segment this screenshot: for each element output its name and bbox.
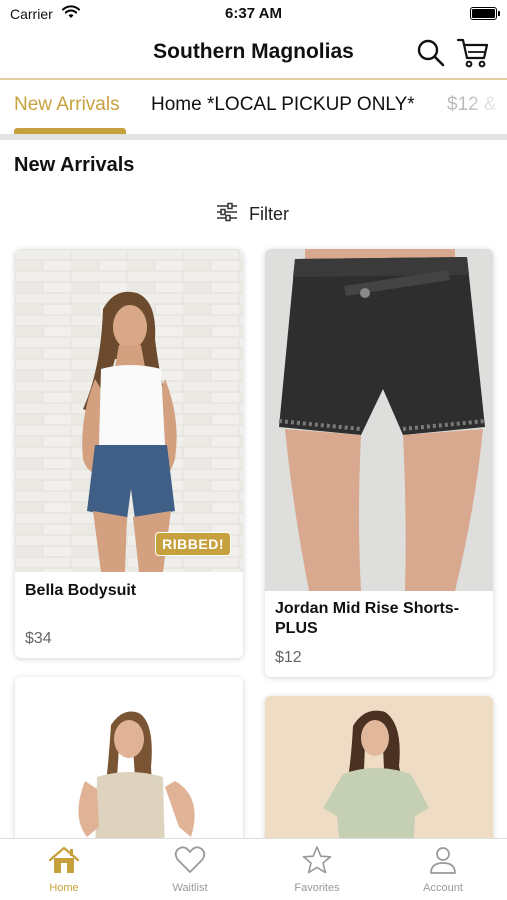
tab-new-arrivals[interactable]: New Arrivals bbox=[14, 94, 120, 116]
cart-icon[interactable] bbox=[456, 36, 490, 75]
tabbar-home-label: Home bbox=[49, 882, 79, 894]
tabbar-favorites[interactable]: Favorites bbox=[267, 845, 367, 894]
app-header: Southern Magnolias bbox=[0, 30, 507, 78]
battery-icon bbox=[470, 7, 500, 20]
product-card[interactable]: RIBBED! Bella Bodysuit $34 bbox=[15, 249, 243, 658]
star-icon bbox=[301, 846, 333, 879]
product-card[interactable]: Jordan Mid Rise Shorts-PLUS $12 bbox=[265, 249, 493, 677]
person-icon bbox=[427, 847, 459, 879]
section-title: New Arrivals bbox=[14, 154, 135, 176]
product-image: RIBBED! bbox=[15, 249, 243, 572]
bottom-tab-bar: Home Waitlist Favorites Account bbox=[0, 838, 507, 900]
heart-icon bbox=[174, 846, 206, 879]
tabbar-waitlist[interactable]: Waitlist bbox=[140, 845, 240, 894]
product-price: $34 bbox=[25, 630, 52, 647]
tabs-divider bbox=[0, 134, 507, 140]
product-badge: RIBBED! bbox=[155, 532, 231, 556]
product-image bbox=[265, 249, 493, 591]
tab-home-local-pickup[interactable]: Home *LOCAL PICKUP ONLY* bbox=[151, 94, 415, 116]
product-card[interactable] bbox=[265, 696, 493, 856]
tabbar-waitlist-label: Waitlist bbox=[172, 882, 208, 894]
filter-button[interactable]: Filter bbox=[215, 202, 289, 226]
status-bar: Carrier 6:37 AM bbox=[0, 0, 507, 30]
filter-icon bbox=[215, 202, 239, 227]
tabbar-favorites-label: Favorites bbox=[294, 882, 340, 894]
product-price: $12 bbox=[275, 649, 302, 666]
product-card[interactable] bbox=[15, 677, 243, 857]
tabs-fade bbox=[467, 80, 507, 130]
category-tabs: New Arrivals Home *LOCAL PICKUP ONLY* $1… bbox=[0, 80, 507, 136]
product-image bbox=[15, 677, 243, 857]
product-name: Jordan Mid Rise Shorts-PLUS bbox=[275, 600, 460, 637]
product-image bbox=[265, 696, 493, 856]
product-name: Bella Bodysuit bbox=[25, 582, 137, 599]
tabbar-account[interactable]: Account bbox=[393, 845, 493, 894]
tabbar-home[interactable]: Home bbox=[14, 845, 114, 894]
home-icon bbox=[47, 846, 81, 879]
clock: 6:37 AM bbox=[225, 5, 282, 22]
filter-label: Filter bbox=[249, 203, 289, 224]
search-icon[interactable] bbox=[416, 38, 446, 73]
tabbar-account-label: Account bbox=[423, 882, 463, 894]
